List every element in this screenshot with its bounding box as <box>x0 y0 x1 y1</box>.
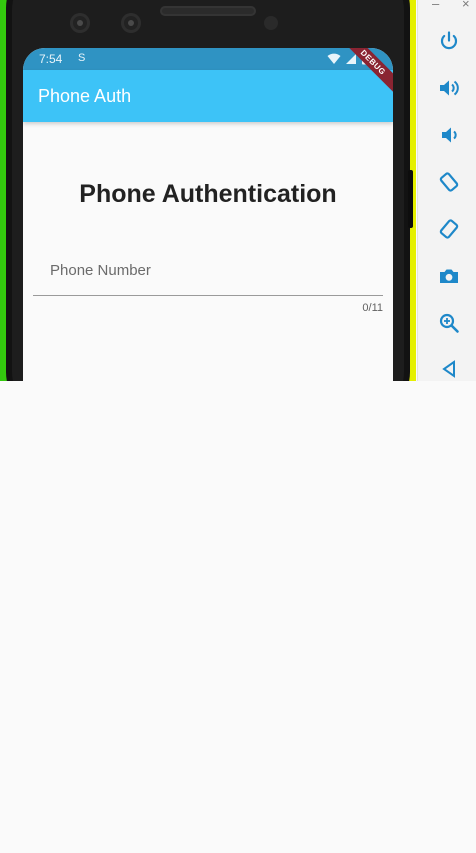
sim-indicator: S <box>78 52 86 64</box>
phone-number-counter: 0/11 <box>362 302 383 314</box>
power-icon <box>440 31 458 50</box>
back-button[interactable] <box>436 356 462 381</box>
back-icon <box>442 360 455 378</box>
volume-down-button[interactable] <box>436 122 462 148</box>
wifi-icon <box>327 53 341 64</box>
page-title: Phone Authentication <box>79 180 337 208</box>
emulator-side-panel: – × <box>417 0 476 381</box>
power-button[interactable] <box>436 28 462 54</box>
phone-number-underline <box>33 295 383 296</box>
volume-down-icon <box>442 127 457 143</box>
rotate-right-button[interactable] <box>436 216 462 242</box>
app-screen: 7:54 S Phone Auth DEBUG Phone Authentica… <box>23 48 393 381</box>
rotate-right-icon <box>439 219 459 239</box>
earpiece-speaker <box>160 6 256 16</box>
minimize-button[interactable]: – <box>432 0 439 11</box>
volume-up-button[interactable] <box>436 75 462 101</box>
proximity-sensor <box>264 16 278 30</box>
rotate-left-button[interactable] <box>436 169 462 195</box>
rotate-left-icon <box>439 172 459 192</box>
volume-up-icon <box>440 80 459 96</box>
app-bar-title: Phone Auth <box>38 86 132 106</box>
zoom-icon <box>439 313 459 333</box>
emulator-viewport: 7:54 S Phone Auth DEBUG Phone Authentica… <box>0 0 476 381</box>
phone-side-button <box>408 170 413 228</box>
front-camera-left-icon <box>70 13 90 33</box>
close-button[interactable]: × <box>462 0 470 11</box>
zoom-button[interactable] <box>436 310 462 336</box>
camera-icon <box>440 269 458 283</box>
screenshot-button[interactable] <box>436 263 462 289</box>
front-camera-right-icon <box>121 13 141 33</box>
status-time: 7:54 <box>39 52 63 66</box>
app-bar: Phone Auth <box>23 70 393 122</box>
status-bar: 7:54 S <box>23 48 393 70</box>
phone-number-label: Phone Number <box>50 262 151 279</box>
